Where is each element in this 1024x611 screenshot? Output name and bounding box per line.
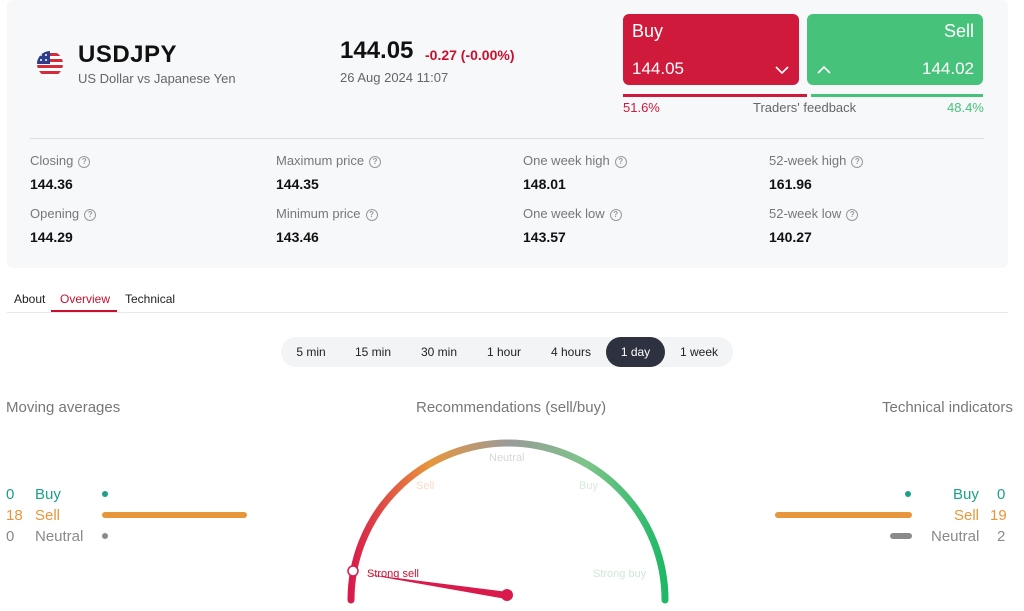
sell-feedback-percent: 48.4% — [947, 100, 984, 115]
stat-value-week-high: 148.01 — [523, 176, 566, 192]
period-15-min[interactable]: 15 min — [344, 337, 402, 367]
sell-feedback-bar — [811, 94, 983, 97]
ti-sell-count: 19 — [990, 507, 1007, 524]
stat-label-52w-high: 52-week high? — [769, 153, 864, 168]
ti-buy-label: Buy — [953, 486, 979, 503]
info-icon[interactable]: ? — [846, 209, 859, 221]
stat-value-min-price: 143.46 — [276, 229, 319, 245]
stat-value-52w-high: 161.96 — [769, 176, 812, 192]
buy-button[interactable]: Buy 144.05 — [623, 14, 799, 85]
chevron-down-icon — [775, 66, 789, 75]
sell-button-label: Sell — [943, 21, 974, 41]
info-icon[interactable]: ? — [851, 156, 864, 168]
stat-value-closing: 144.36 — [30, 176, 73, 192]
buy-price: 144.05 — [632, 59, 684, 78]
ticker-symbol: USDJPY — [78, 41, 178, 68]
stat-label-closing: Closing? — [30, 153, 91, 168]
stat-label-opening: Opening? — [30, 206, 97, 221]
us-flag-icon — [37, 51, 63, 77]
gauge-needle-pivot — [501, 589, 513, 601]
period-1-hour[interactable]: 1 hour — [476, 337, 532, 367]
info-icon[interactable]: ? — [84, 209, 97, 221]
gauge-label-neutral: Neutral — [489, 452, 525, 464]
ti-buy-bar — [905, 491, 911, 497]
recommendations-title: Recommendations (sell/buy) — [416, 399, 607, 416]
info-icon[interactable]: ? — [609, 209, 622, 221]
tab-about[interactable]: About — [14, 292, 45, 306]
stat-label-52w-low: 52-week low? — [769, 206, 859, 221]
stat-value-week-low: 143.57 — [523, 229, 566, 245]
sell-price: 144.02 — [922, 59, 974, 78]
ti-neutral-count: 2 — [997, 528, 1006, 545]
gauge-start-marker — [347, 565, 359, 577]
ti-buy-count: 0 — [997, 486, 1006, 503]
stat-value-52w-low: 140.27 — [769, 229, 812, 245]
period-30-min[interactable]: 30 min — [410, 337, 468, 367]
tabs-baseline — [7, 312, 1008, 313]
buy-button-label: Buy — [632, 21, 664, 41]
ti-sell-bar — [775, 512, 912, 518]
active-tab-indicator — [51, 310, 117, 312]
stat-label-min-price: Minimum price? — [276, 206, 378, 221]
ma-neutral-label: Neutral — [35, 528, 84, 545]
info-icon[interactable]: ? — [78, 156, 91, 168]
stat-label-max-price: Maximum price? — [276, 153, 382, 168]
stat-value-opening: 144.29 — [30, 229, 73, 245]
stat-value-max-price: 144.35 — [276, 176, 319, 192]
ma-sell-bar — [102, 512, 247, 518]
info-icon[interactable]: ? — [369, 156, 382, 168]
ti-neutral-bar — [890, 533, 912, 539]
buy-feedback-bar — [623, 94, 807, 97]
info-icon[interactable]: ? — [614, 156, 627, 168]
stat-label-week-low: One week low? — [523, 206, 622, 221]
ma-neutral-bar — [102, 533, 108, 539]
ti-sell-label: Sell — [954, 507, 980, 524]
technical-indicators-title: Technical indicators — [882, 399, 1013, 416]
stat-label-week-high: One week high? — [523, 153, 627, 168]
ma-buy-bar — [102, 491, 108, 497]
ma-buy-label: Buy — [35, 486, 61, 503]
ma-sell-count: 18 — [6, 507, 23, 524]
buy-feedback-percent: 51.6% — [623, 100, 660, 115]
moving-averages-title: Moving averages — [6, 399, 121, 416]
traders-feedback-label: Traders' feedback — [753, 100, 857, 115]
ti-neutral-label: Neutral — [931, 528, 980, 545]
divider — [30, 138, 984, 139]
price-change: -0.27 (-0.00%) — [425, 47, 515, 63]
ma-neutral-count: 0 — [6, 528, 15, 545]
gauge-label-sell: Sell — [416, 480, 435, 492]
gauge-label-buy: Buy — [579, 480, 598, 492]
gauge-label-strong-sell: Strong sell — [367, 568, 419, 580]
info-icon[interactable]: ? — [365, 209, 378, 221]
gauge-label-strong-buy: Strong buy — [593, 568, 647, 580]
tab-overview[interactable]: Overview — [60, 292, 110, 306]
ma-buy-count: 0 — [6, 486, 15, 503]
sell-button[interactable]: Sell 144.02 — [807, 14, 983, 85]
period-1-day[interactable]: 1 day — [606, 337, 665, 367]
ma-sell-label: Sell — [35, 507, 61, 524]
period-1-week[interactable]: 1 week — [670, 337, 728, 367]
chevron-up-icon — [817, 65, 831, 74]
ticker-description: US Dollar vs Japanese Yen — [78, 71, 236, 86]
period-4-hours[interactable]: 4 hours — [540, 337, 602, 367]
current-price: 144.05 — [340, 37, 414, 64]
tab-technical[interactable]: Technical — [125, 292, 175, 306]
period-5-min[interactable]: 5 min — [284, 337, 338, 367]
price-timestamp: 26 Aug 2024 11:07 — [340, 70, 449, 85]
